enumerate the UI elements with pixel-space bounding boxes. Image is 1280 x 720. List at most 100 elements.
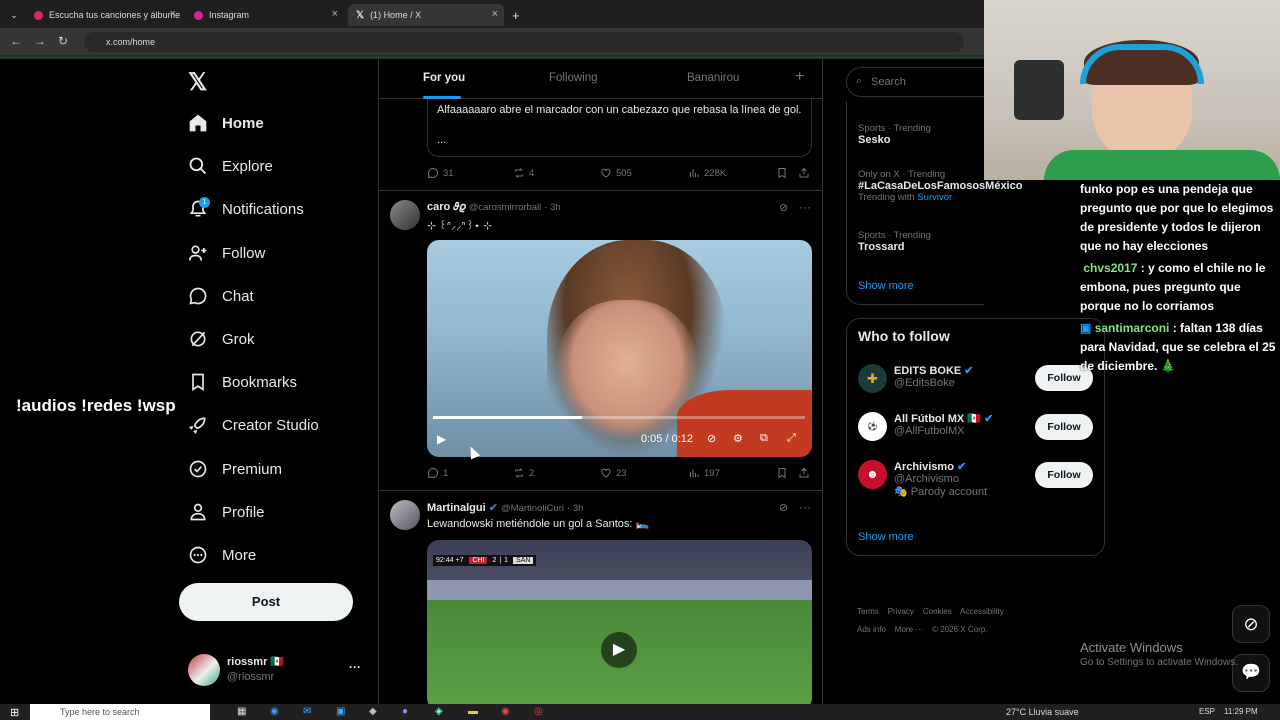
video-progress-track[interactable] (433, 416, 805, 419)
forward-icon[interactable]: → (34, 34, 46, 48)
reply-button[interactable]: 1 (427, 467, 448, 479)
video-player[interactable]: 92:44 +7 CHI 2 | 1 SAN ▶ (427, 540, 812, 704)
share-button[interactable] (798, 167, 814, 179)
back-icon[interactable]: ← (10, 34, 22, 48)
repost-button[interactable]: 4 (513, 167, 534, 179)
author-name[interactable]: Martinalgui (427, 502, 486, 514)
tweet-more-icon[interactable]: ··· (799, 500, 811, 514)
x-logo-icon[interactable]: 𝕏 (188, 68, 207, 97)
show-more-follow-link[interactable]: Show more (858, 531, 914, 543)
repost-button[interactable]: 2 (513, 467, 534, 479)
author-handle[interactable]: @MartinoliCuri (501, 503, 564, 514)
views-button[interactable]: 228K (688, 167, 726, 179)
reply-button[interactable]: 31 (427, 167, 454, 179)
taskbar-search[interactable]: Type here to search (30, 704, 210, 720)
suggestion-item[interactable]: EDITS BOKE ✔ @EditsBoke (894, 364, 974, 389)
avatar[interactable]: ✚ (858, 364, 887, 393)
chrome-icon[interactable]: ◉ (501, 706, 510, 717)
bookmark-button[interactable] (776, 467, 792, 479)
nav-grok[interactable]: Grok (188, 324, 255, 354)
edge-icon[interactable]: ◉ (270, 706, 279, 717)
chat-message: funko pop es una pendeja que pregunto qu… (1080, 182, 1274, 253)
nav-chat[interactable]: Chat (188, 281, 254, 311)
add-tab-icon[interactable]: + (795, 68, 804, 86)
pip-icon[interactable]: ⧉ (760, 432, 768, 445)
new-tab-button[interactable]: + (508, 4, 528, 26)
play-icon[interactable]: ▶ (437, 432, 446, 446)
headset-icon (1080, 44, 1204, 84)
store-icon[interactable]: ▣ (336, 706, 345, 717)
like-button[interactable]: 505 (600, 167, 632, 179)
author-name[interactable]: caro 𝜗𝜚 (427, 201, 466, 213)
follow-button[interactable]: Follow (1035, 414, 1093, 440)
language-indicator[interactable]: ESP (1199, 707, 1215, 716)
close-tab-icon[interactable]: × (170, 8, 176, 20)
tab-x-home[interactable]: 𝕏 (1) Home / X × (348, 4, 504, 26)
tweet-time[interactable]: · 3h (567, 503, 583, 514)
clock[interactable]: 11:29 PM (1224, 707, 1258, 716)
url-input[interactable]: x.com/home (84, 32, 964, 52)
tab-following[interactable]: Following (549, 72, 598, 84)
views-button[interactable]: 197 (688, 467, 720, 479)
trend-item[interactable]: Sports · Trending Trossard (858, 230, 931, 253)
folder-icon[interactable]: ▬ (468, 706, 478, 717)
play-icon[interactable]: ▶ (601, 632, 637, 668)
nav-premium[interactable]: Premium (188, 454, 282, 484)
post-button[interactable]: Post (179, 583, 353, 621)
suggestion-item[interactable]: Archivismo ✔ @Archivismo 🎭 Parody accoun… (894, 460, 987, 498)
nav-home[interactable]: Home (188, 108, 264, 138)
app-icon[interactable]: ◆ (369, 706, 377, 717)
grok-icon (190, 331, 206, 347)
avatar[interactable] (390, 200, 420, 230)
video-person-face (557, 300, 697, 440)
share-button[interactable] (798, 467, 814, 479)
nav-more[interactable]: More (188, 540, 256, 570)
suggestion-item[interactable]: All Fútbol MX 🇲🇽 ✔ @AllFutbolMX (894, 412, 993, 437)
close-tab-icon[interactable]: × (332, 8, 338, 20)
tab-list-button[interactable]: ⌄ (6, 4, 22, 26)
avatar[interactable] (390, 500, 420, 530)
app-icon[interactable]: ● (402, 706, 408, 717)
bookmark-button[interactable] (776, 167, 792, 179)
nav-bookmarks[interactable]: Bookmarks (188, 367, 297, 397)
main-feed: Alfaaaaaaro abre el marcador con un cabe… (378, 59, 823, 704)
video-player[interactable]: ▶ 0:05 / 0:12 ⊘ ⚙ ⧉ ⤢ (427, 240, 812, 457)
avatar[interactable] (188, 654, 220, 686)
show-more-trends-link[interactable]: Show more (858, 280, 914, 292)
tab-instagram[interactable]: Instagram × (186, 4, 344, 26)
app-icon[interactable]: ◈ (435, 706, 443, 717)
nav-profile[interactable]: Profile (188, 497, 265, 527)
avatar[interactable]: ☻ (858, 460, 887, 489)
follow-button[interactable]: Follow (1035, 462, 1093, 488)
tab-bananirou[interactable]: Bananirou (687, 72, 739, 84)
search-box[interactable]: ⌕ Search (846, 67, 986, 97)
taskbar: ⊞ Type here to search ▦ ◉ ✉ ▣ ◆ ● ◈ ▬ ◉ … (0, 704, 1280, 720)
windows-start-icon[interactable]: ⊞ (10, 706, 19, 719)
nav-follow[interactable]: Follow (188, 238, 265, 268)
weather-text[interactable]: 27°C Lluvia suave (1006, 707, 1079, 717)
obs-icon[interactable]: ◎ (534, 706, 543, 717)
mail-icon[interactable]: ✉ (303, 706, 311, 717)
nav-creator-studio[interactable]: Creator Studio (188, 410, 319, 440)
tab-music[interactable]: Escucha tus canciones y álbume × (26, 4, 182, 26)
reload-icon[interactable]: ↻ (58, 34, 68, 48)
task-view-icon[interactable]: ▦ (237, 706, 246, 717)
grok-float-icon[interactable]: ⊘ (1232, 605, 1270, 643)
mute-icon[interactable]: ⊘ (707, 432, 716, 445)
account-menu-icon[interactable]: ··· (349, 660, 361, 674)
nav-explore[interactable]: Explore (188, 151, 273, 181)
views-icon (690, 469, 699, 477)
author-handle[interactable]: @carosmirrorball (469, 202, 541, 213)
tweet-more-icon[interactable]: ··· (799, 200, 811, 214)
like-button[interactable]: 23 (600, 467, 627, 479)
who-to-follow-title: Who to follow (858, 328, 950, 344)
tab-for-you[interactable]: For you (423, 72, 465, 84)
grok-explain-icon[interactable]: ⊘ (779, 201, 788, 214)
settings-icon[interactable]: ⚙ (733, 432, 743, 445)
close-tab-icon[interactable]: × (492, 8, 498, 20)
tweet-time[interactable]: · 3h (544, 202, 560, 213)
avatar[interactable]: ⚽ (858, 412, 887, 441)
trend-item[interactable]: Sports · Trending Sesko (858, 123, 931, 146)
fullscreen-icon[interactable]: ⤢ (787, 432, 796, 445)
grok-explain-icon[interactable]: ⊘ (779, 501, 788, 514)
